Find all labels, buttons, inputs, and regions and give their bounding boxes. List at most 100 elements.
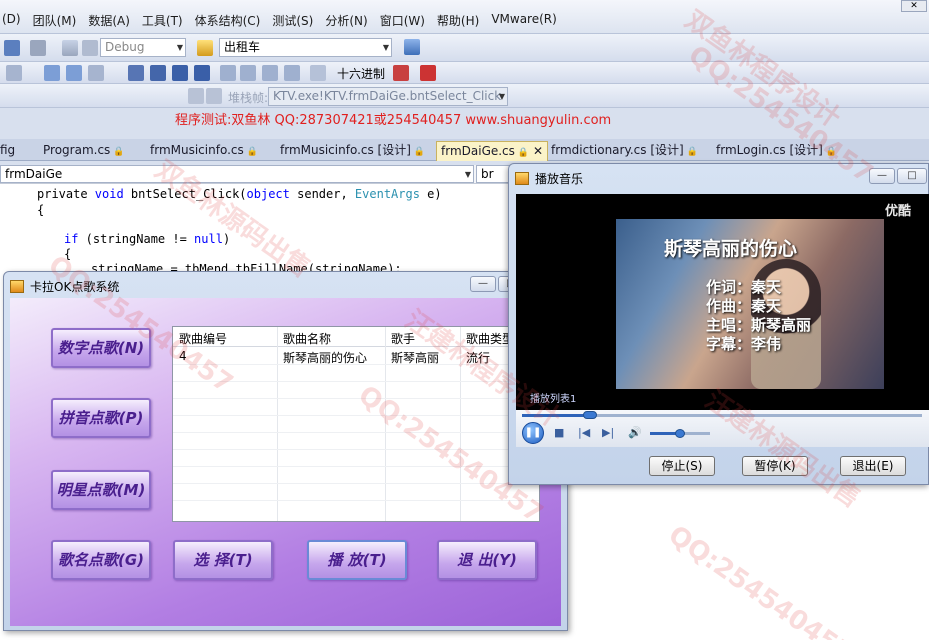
- seek-thumb[interactable]: [583, 411, 597, 419]
- lock-icon: 🔒: [113, 147, 125, 157]
- stop-button[interactable]: 停止(S): [649, 456, 715, 476]
- tab-program[interactable]: Program.cs 🔒: [43, 141, 125, 161]
- menu-architecture[interactable]: 体系结构(C): [195, 12, 261, 29]
- tab-frmmusicinfo[interactable]: frmMusicinfo.cs 🔒: [150, 141, 258, 161]
- volume-slider[interactable]: [650, 429, 710, 438]
- karaoke-title: 卡拉OK点歌系统: [30, 280, 120, 294]
- code-line-1: private void bntSelect_Click(object send…: [37, 187, 442, 201]
- youku-logo: 优酷: [884, 204, 911, 219]
- grid-divider: [460, 327, 461, 521]
- tab-frmdaige[interactable]: frmDaiGe.cs 🔒 ✕: [436, 141, 549, 161]
- grid-header-name[interactable]: 歌曲名称: [283, 330, 331, 347]
- menu-data[interactable]: 数据(A): [88, 12, 130, 29]
- menu-vmware[interactable]: VMware(R): [491, 12, 556, 29]
- hex-toggle-button[interactable]: 十六进制: [337, 65, 385, 82]
- menu-window[interactable]: 窗口(W): [380, 12, 425, 29]
- number-search-button[interactable]: 数字点歌(N): [51, 328, 151, 368]
- output-window-icon[interactable]: [420, 65, 436, 81]
- minimize-button[interactable]: —: [869, 168, 895, 184]
- indent-icon[interactable]: [6, 65, 22, 81]
- document-tabs: fig Program.cs 🔒 frmMusicinfo.cs 🔒 frmMusi…: [0, 139, 929, 161]
- grid-header-type[interactable]: 歌曲类型: [466, 330, 514, 347]
- break-all-icon[interactable]: [150, 65, 166, 81]
- quickwatch-icon[interactable]: [310, 65, 326, 81]
- seek-bar[interactable]: [522, 411, 922, 419]
- next-icon[interactable]: ▶|: [602, 426, 614, 439]
- bookmark-clear-icon[interactable]: [88, 65, 104, 81]
- tab-frmmusicinfo-design[interactable]: frmMusicinfo.cs [设计] 🔒: [280, 141, 425, 161]
- grid-header-id[interactable]: 歌曲编号: [179, 330, 227, 347]
- show-next-icon[interactable]: [284, 65, 300, 81]
- find-combo[interactable]: 出租车 ▼: [219, 38, 392, 57]
- type-combo[interactable]: frmDaiGe ▼: [0, 165, 474, 183]
- karaoke-client-area: 数字点歌(N) 拼音点歌(P) 明星点歌(M) 歌名点歌(G) 歌曲编号 歌曲名…: [10, 298, 561, 626]
- code-line-4: {: [64, 247, 72, 261]
- thread-icon[interactable]: [188, 88, 204, 104]
- restart-icon[interactable]: [194, 65, 210, 81]
- tab-frmlogin-design[interactable]: frmLogin.cs [设计] 🔒: [716, 141, 837, 161]
- menu-test[interactable]: 测试(S): [272, 12, 313, 29]
- stack-frame-toolbar: 堆栈帧: KTV.exe!KTV.frmDaiGe.bntSelect_Clic…: [0, 84, 929, 108]
- grid-divider: [385, 327, 386, 521]
- pause-button[interactable]: 暂停(K): [742, 456, 808, 476]
- menu-analyze[interactable]: 分析(N): [325, 12, 367, 29]
- video-display[interactable]: 优酷 斯琴高丽的伤心 作词：秦天 作曲：秦天 主唱：斯琴高丽 字幕：李伟 播放列…: [516, 194, 929, 410]
- stop-icon[interactable]: ■: [554, 426, 564, 439]
- step-into-icon[interactable]: [220, 65, 236, 81]
- maximize-button[interactable]: □: [897, 168, 927, 184]
- grid-header-singer[interactable]: 歌手: [391, 330, 415, 347]
- lock-icon: 🔒: [686, 147, 698, 157]
- menu-tools[interactable]: 工具(T): [142, 12, 183, 29]
- previous-icon[interactable]: |◀: [578, 426, 590, 439]
- flag-icon[interactable]: [206, 88, 222, 104]
- solution-config-combo[interactable]: Debug ▼: [100, 38, 186, 57]
- pause-icon[interactable]: ❚❚: [522, 422, 544, 444]
- continue-icon[interactable]: [128, 65, 144, 81]
- grid-cell-type[interactable]: 流行: [466, 349, 490, 366]
- credit-singer: 主唱：斯琴高丽: [706, 316, 812, 334]
- grid-cell-id[interactable]: 4: [179, 349, 187, 363]
- bookmark-icon[interactable]: [44, 65, 60, 81]
- menu-bar: (D) 团队(M) 数据(A) 工具(T) 体系结构(C) 测试(S) 分析(N…: [0, 0, 929, 34]
- minimize-button[interactable]: —: [470, 276, 496, 292]
- copy-icon[interactable]: [30, 40, 46, 56]
- stop-debug-icon[interactable]: [172, 65, 188, 81]
- step-over-icon[interactable]: [240, 65, 256, 81]
- close-icon[interactable]: ✕: [533, 144, 543, 158]
- grid-cell-name[interactable]: 斯琴高丽的伤心: [283, 349, 367, 366]
- lock-icon: 🔒: [413, 147, 426, 157]
- menu-debug[interactable]: (D): [2, 12, 21, 29]
- volume-icon[interactable]: 🔊: [628, 426, 642, 439]
- find-icon[interactable]: [197, 40, 213, 56]
- tab-fig[interactable]: fig: [0, 141, 15, 161]
- karaoke-titlebar[interactable]: 卡拉OK点歌系统 — □: [4, 272, 567, 298]
- step-icon[interactable]: [82, 40, 98, 56]
- song-name-search-button[interactable]: 歌名点歌(G): [51, 540, 151, 580]
- lock-icon: 🔒: [246, 147, 258, 157]
- menu-help[interactable]: 帮助(H): [437, 12, 479, 29]
- song-grid[interactable]: 歌曲编号 歌曲名称 歌手 歌曲类型 4 斯琴高丽的伤心 斯琴高丽 流行: [172, 326, 540, 522]
- karaoke-window: 卡拉OK点歌系统 — □ 数字点歌(N) 拼音点歌(P) 明星点歌(M) 歌名点…: [3, 271, 568, 631]
- breakpoints-icon[interactable]: [393, 65, 409, 81]
- start-debug-icon[interactable]: [62, 40, 78, 56]
- player-titlebar[interactable]: 播放音乐 — □: [509, 164, 928, 190]
- star-search-button[interactable]: 明星点歌(M): [51, 470, 151, 510]
- grid-cell-singer[interactable]: 斯琴高丽: [391, 349, 439, 366]
- solution-explorer-icon[interactable]: [404, 39, 420, 55]
- play-button[interactable]: 播 放(T): [307, 540, 407, 580]
- tab-frmdictionary-design[interactable]: frmdictionary.cs [设计] 🔒: [551, 141, 698, 161]
- step-out-icon[interactable]: [262, 65, 278, 81]
- pinyin-search-button[interactable]: 拼音点歌(P): [51, 398, 151, 438]
- seek-bar-fill: [522, 414, 590, 417]
- window-close-button[interactable]: ✕: [901, 0, 927, 12]
- bookmark-next-icon[interactable]: [66, 65, 82, 81]
- credit-lyricist: 作词：秦天: [706, 278, 782, 296]
- stack-frame-combo[interactable]: KTV.exe!KTV.frmDaiGe.bntSelect_Click ▼: [268, 87, 508, 106]
- menu-team[interactable]: 团队(M): [33, 12, 77, 29]
- lock-icon: 🔒: [517, 148, 530, 158]
- select-button[interactable]: 选 择(T): [173, 540, 273, 580]
- exit-button[interactable]: 退 出(Y): [437, 540, 537, 580]
- player-exit-button[interactable]: 退出(E): [840, 456, 906, 476]
- save-icon[interactable]: [4, 40, 20, 56]
- volume-thumb[interactable]: [675, 429, 685, 438]
